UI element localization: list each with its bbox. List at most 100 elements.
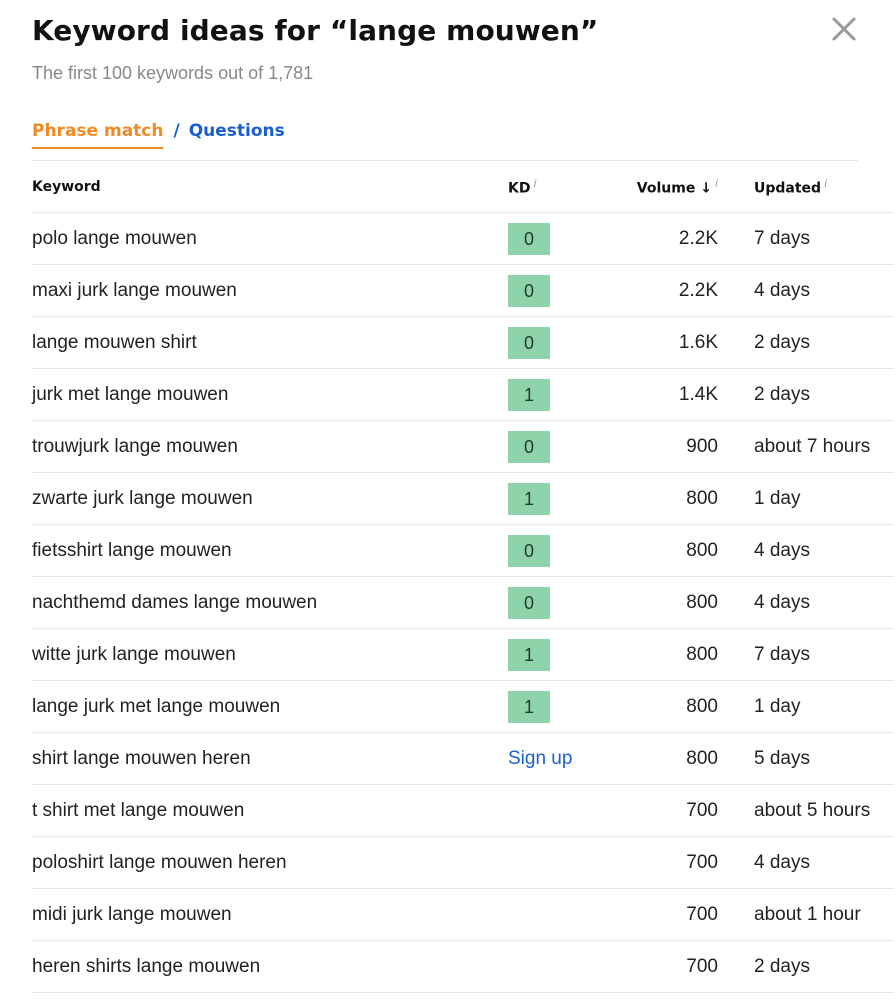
keyword-text[interactable]: lange jurk met lange mouwen	[32, 696, 280, 717]
kd-cell: 1	[508, 628, 599, 681]
kd-badge: 0	[508, 430, 550, 463]
updated-cell: 4 days	[718, 836, 894, 889]
keyword-text[interactable]: t shirt met lange mouwen	[32, 800, 244, 821]
tab-bar: Phrase match / Questions	[32, 121, 285, 151]
keyword-cell: maxi jurk lange mouwen	[32, 264, 508, 317]
volume-cell: 700	[599, 940, 718, 993]
info-icon[interactable]: i	[824, 177, 827, 190]
updated-cell: 7 days	[718, 212, 894, 265]
table-row: fietsshirt lange mouwen 0 800 4 days	[32, 524, 894, 577]
table-header-row: Keyword KD i Volume ↓ i Updated i	[32, 161, 894, 213]
keyword-text[interactable]: lange mouwen shirt	[32, 332, 197, 353]
volume-cell: 900	[599, 420, 718, 473]
volume-cell: 800	[599, 680, 718, 733]
kd-cell: 0	[508, 316, 599, 369]
updated-cell: about 5 hours	[718, 784, 894, 837]
sign-up-link[interactable]: Sign up	[508, 748, 572, 769]
table-row: t shirt met lange mouwen 700 about 5 hours	[32, 784, 894, 837]
page-title: Keyword ideas for “lange mouwen”	[32, 14, 599, 47]
kd-cell	[508, 940, 599, 993]
keyword-text[interactable]: heren shirts lange mouwen	[32, 956, 260, 977]
tab-questions[interactable]: Questions	[189, 121, 285, 141]
kd-cell: 0	[508, 420, 599, 473]
updated-cell: 1 day	[718, 472, 894, 525]
column-header-updated[interactable]: Updated i	[718, 161, 894, 213]
updated-cell: 4 days	[718, 576, 894, 629]
updated-cell: about 1 hour	[718, 888, 894, 941]
table-row: lange mouwen shirt 0 1.6K 2 days	[32, 316, 894, 369]
keyword-text[interactable]: maxi jurk lange mouwen	[32, 280, 237, 301]
table-row: heren shirts lange mouwen 700 2 days	[32, 940, 894, 993]
keyword-text[interactable]: zwarte jurk lange mouwen	[32, 488, 253, 509]
info-icon[interactable]: i	[715, 177, 718, 190]
keyword-cell: trouwjurk lange mouwen	[32, 420, 508, 473]
info-icon[interactable]: i	[533, 177, 536, 190]
keyword-text[interactable]: nachthemd dames lange mouwen	[32, 592, 317, 613]
volume-cell: 1.4K	[599, 368, 718, 421]
table-row: poloshirt lange mouwen heren 700 4 days	[32, 836, 894, 889]
volume-cell: 800	[599, 732, 718, 785]
kd-cell	[508, 888, 599, 941]
updated-cell: 1 day	[718, 680, 894, 733]
keyword-text[interactable]: fietsshirt lange mouwen	[32, 540, 232, 561]
kd-badge: 0	[508, 534, 550, 567]
updated-cell: 4 days	[718, 264, 894, 317]
updated-cell: 2 days	[718, 940, 894, 993]
keyword-cell: jurk met lange mouwen	[32, 368, 508, 421]
volume-cell: 700	[599, 784, 718, 837]
keyword-cell: shirt lange mouwen heren	[32, 732, 508, 785]
keywords-table: Keyword KD i Volume ↓ i Updated i polo lang…	[32, 161, 894, 993]
column-header-kd[interactable]: KD i	[508, 161, 599, 213]
kd-cell	[508, 784, 599, 837]
kd-cell: 1	[508, 680, 599, 733]
updated-cell: 2 days	[718, 316, 894, 369]
keyword-text[interactable]: poloshirt lange mouwen heren	[32, 852, 287, 873]
table-row: nachthemd dames lange mouwen 0 800 4 days	[32, 576, 894, 629]
volume-cell: 800	[599, 472, 718, 525]
volume-cell: 2.2K	[599, 212, 718, 265]
updated-cell: 4 days	[718, 524, 894, 577]
keyword-text[interactable]: jurk met lange mouwen	[32, 384, 228, 405]
column-header-volume[interactable]: Volume ↓ i	[599, 161, 718, 213]
kd-cell	[508, 836, 599, 889]
keyword-cell: fietsshirt lange mouwen	[32, 524, 508, 577]
table-row: zwarte jurk lange mouwen 1 800 1 day	[32, 472, 894, 525]
volume-cell: 2.2K	[599, 264, 718, 317]
column-header-keyword[interactable]: Keyword	[32, 161, 508, 213]
keyword-cell: heren shirts lange mouwen	[32, 940, 508, 993]
kd-badge: 1	[508, 378, 550, 411]
table-row: trouwjurk lange mouwen 0 900 about 7 hours	[32, 420, 894, 473]
keyword-cell: t shirt met lange mouwen	[32, 784, 508, 837]
keyword-cell: midi jurk lange mouwen	[32, 888, 508, 941]
volume-cell: 1.6K	[599, 316, 718, 369]
updated-cell: about 7 hours	[718, 420, 894, 473]
keyword-cell: zwarte jurk lange mouwen	[32, 472, 508, 525]
kd-badge: 0	[508, 274, 550, 307]
keyword-cell: poloshirt lange mouwen heren	[32, 836, 508, 889]
volume-cell: 800	[599, 576, 718, 629]
tab-phrase-match[interactable]: Phrase match	[32, 121, 164, 149]
keyword-cell: polo lange mouwen	[32, 212, 508, 265]
keyword-cell: nachthemd dames lange mouwen	[32, 576, 508, 629]
kd-badge: 0	[508, 586, 550, 619]
keyword-cell: lange jurk met lange mouwen	[32, 680, 508, 733]
keyword-text[interactable]: polo lange mouwen	[32, 228, 197, 249]
kd-cell: 0	[508, 524, 599, 577]
keyword-text[interactable]: witte jurk lange mouwen	[32, 644, 236, 665]
keyword-count-subtitle: The first 100 keywords out of 1,781	[32, 63, 314, 83]
table-row: maxi jurk lange mouwen 0 2.2K 4 days	[32, 264, 894, 317]
kd-cell: 1	[508, 472, 599, 525]
table-row: jurk met lange mouwen 1 1.4K 2 days	[32, 368, 894, 421]
keyword-text[interactable]: midi jurk lange mouwen	[32, 904, 232, 925]
kd-badge: 1	[508, 690, 550, 723]
kd-badge: 1	[508, 482, 550, 515]
kd-badge: 0	[508, 326, 550, 359]
updated-cell: 2 days	[718, 368, 894, 421]
close-icon[interactable]	[829, 14, 859, 44]
kd-cell: 0	[508, 264, 599, 317]
kd-badge: 1	[508, 638, 550, 671]
table-row: polo lange mouwen 0 2.2K 7 days	[32, 212, 894, 265]
keyword-text[interactable]: trouwjurk lange mouwen	[32, 436, 238, 457]
keyword-cell: witte jurk lange mouwen	[32, 628, 508, 681]
keyword-text[interactable]: shirt lange mouwen heren	[32, 748, 251, 769]
